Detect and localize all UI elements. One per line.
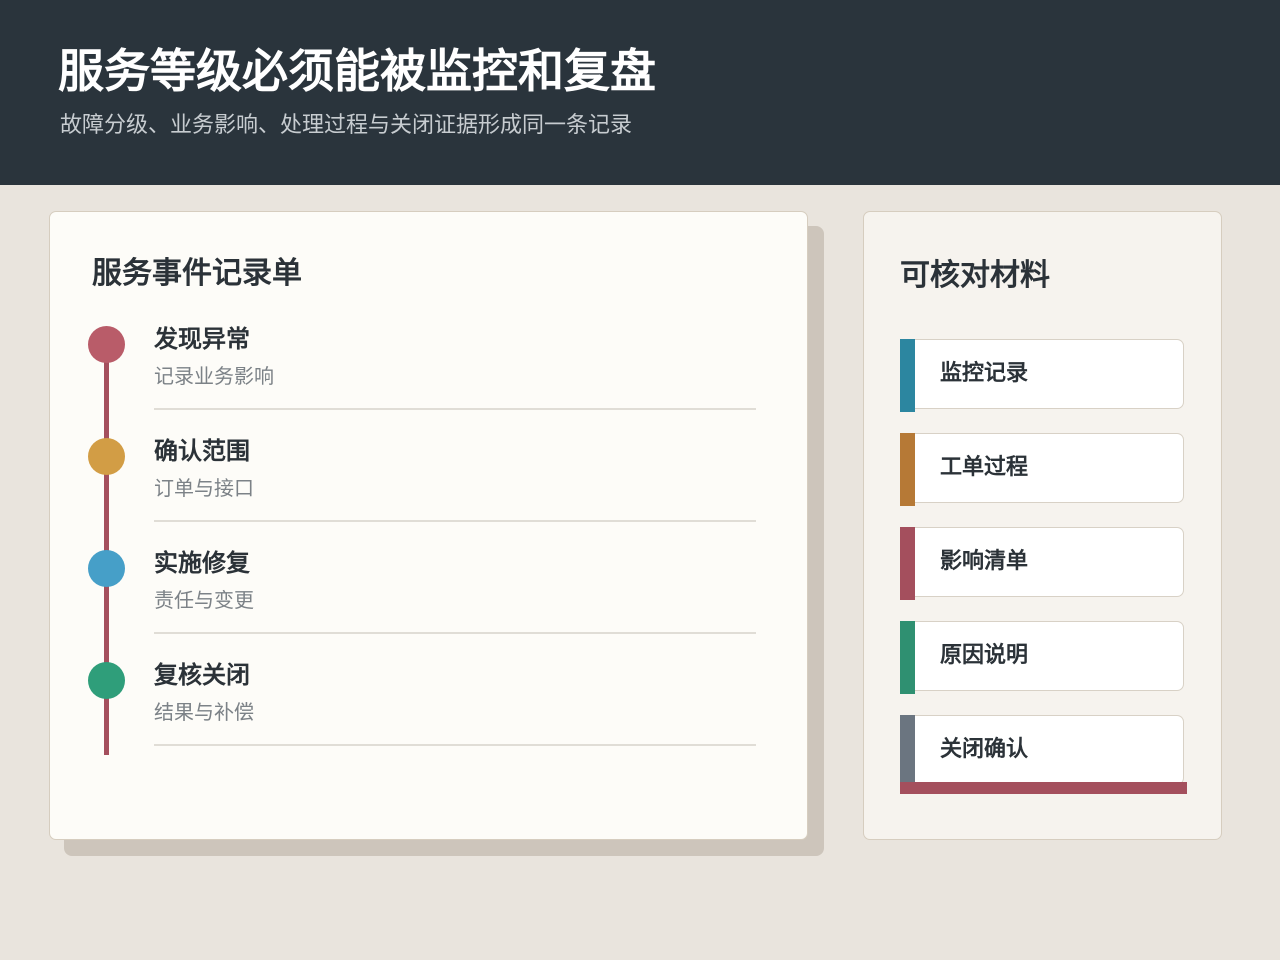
material-item-impact: 影响清单 bbox=[900, 526, 1184, 600]
material-label: 监控记录 bbox=[940, 361, 1029, 386]
material-accent-bar bbox=[900, 432, 915, 506]
material-item-cause: 原因说明 bbox=[900, 620, 1184, 694]
materials-card: 可核对材料 监控记录 工单过程 影响清单 原因说明 关闭确认 bbox=[863, 211, 1222, 840]
step-divider bbox=[154, 744, 756, 746]
material-label: 关闭确认 bbox=[940, 737, 1029, 762]
material-accent-bar bbox=[900, 714, 915, 788]
material-accent-bar bbox=[900, 620, 915, 694]
material-item-monitoring: 监控记录 bbox=[900, 338, 1184, 412]
timeline-dot-icon bbox=[88, 662, 125, 699]
page-header: 服务等级必须能被监控和复盘 故障分级、业务影响、处理过程与关闭证据形成同一条记录 bbox=[0, 0, 1280, 185]
material-item-ticket: 工单过程 bbox=[900, 432, 1184, 506]
material-item-closure: 关闭确认 bbox=[900, 714, 1184, 788]
material-accent-bar bbox=[900, 526, 915, 600]
step-title: 复核关闭 bbox=[154, 661, 250, 689]
page-title: 服务等级必须能被监控和复盘 bbox=[58, 44, 656, 98]
materials-footer-bar bbox=[900, 782, 1187, 794]
material-label: 影响清单 bbox=[940, 549, 1029, 574]
timeline-step-detect: 发现异常 记录业务影响 bbox=[50, 212, 807, 410]
page-subtitle: 故障分级、业务影响、处理过程与关闭证据形成同一条记录 bbox=[60, 113, 633, 138]
material-label: 工单过程 bbox=[940, 455, 1029, 480]
timeline-step-close: 复核关闭 结果与补偿 bbox=[50, 548, 807, 746]
timeline-step-scope: 确认范围 订单与接口 bbox=[50, 324, 807, 522]
material-accent-bar bbox=[900, 338, 915, 412]
materials-card-title: 可核对材料 bbox=[900, 258, 1050, 293]
timeline-step-fix: 实施修复 责任与变更 bbox=[50, 436, 807, 634]
material-label: 原因说明 bbox=[940, 643, 1029, 668]
step-description: 结果与补偿 bbox=[154, 700, 254, 724]
incident-record-card: 服务事件记录单 发现异常 记录业务影响 确认范围 订单与接口 实施修复 责任与变… bbox=[49, 211, 808, 840]
